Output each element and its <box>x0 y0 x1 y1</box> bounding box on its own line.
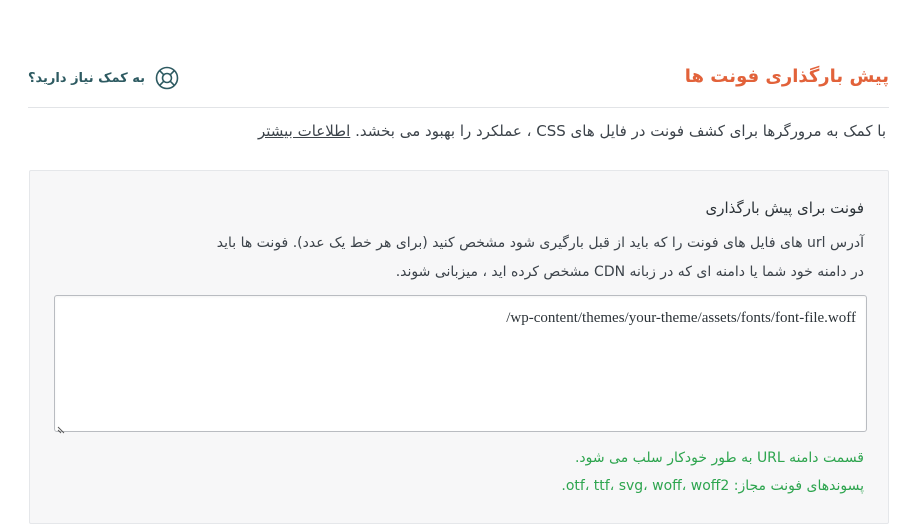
section-header: پیش بارگذاری فونت ها به کمک نیاز دارید؟ <box>28 56 889 108</box>
field-help: آدرس url های فایل های فونت را که باید از… <box>64 229 864 287</box>
help-label[interactable]: به کمک نیاز دارید؟ <box>28 71 145 86</box>
more-info-link[interactable]: اطلاعات بیشتر <box>258 122 350 140</box>
preload-fonts-panel: فونت برای پیش بارگذاری آدرس url های فایل… <box>29 170 889 524</box>
page-title: پیش بارگذاری فونت ها <box>684 66 889 87</box>
help-link[interactable]: به کمک نیاز دارید؟ <box>28 65 179 91</box>
section-description: با کمک به مرورگرها برای کشف فونت در فایل… <box>25 122 886 140</box>
description-text: با کمک به مرورگرها برای کشف فونت در فایل… <box>355 122 886 140</box>
fonts-textarea[interactable]: /wp-content/themes/your-theme/assets/fon… <box>54 295 867 434</box>
extensions-note: پسوندهای فونت مجاز: otf، ttf، svg، woff،… <box>561 478 864 494</box>
field-help-line: در دامنه خود شما یا دامنه ای که در زبانه… <box>395 264 864 280</box>
field-help-line: آدرس url های فایل های فونت را که باید از… <box>216 235 864 251</box>
lifebuoy-icon <box>155 66 179 90</box>
domain-note: قسمت دامنه URL به طور خودکار سلب می شود. <box>574 450 864 466</box>
resize-handle-icon[interactable] <box>57 419 67 434</box>
field-label: فونت برای پیش بارگذاری <box>705 199 864 217</box>
textarea-value: /wp-content/themes/your-theme/assets/fon… <box>506 310 856 326</box>
